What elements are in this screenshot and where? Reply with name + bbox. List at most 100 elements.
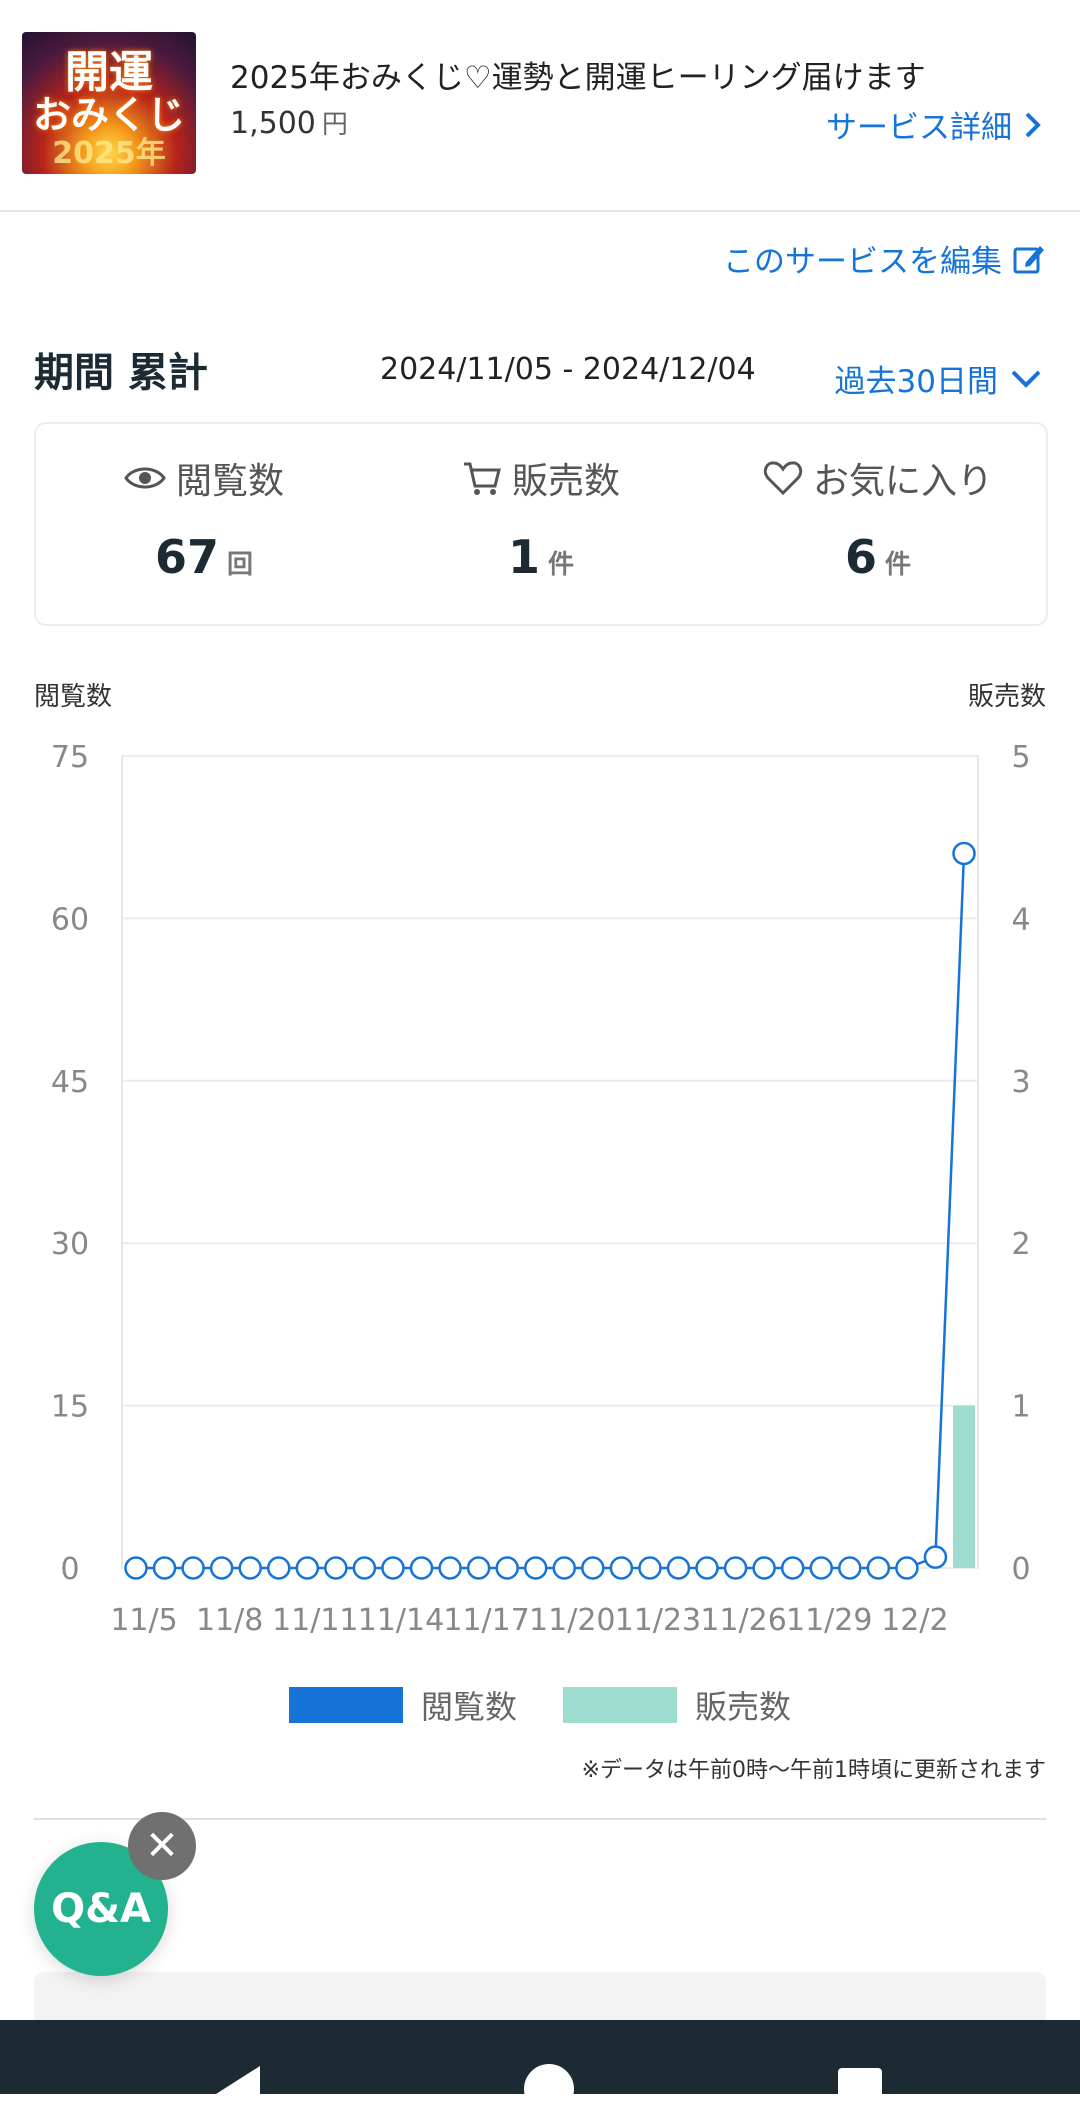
period-select[interactable]: 過去30日間	[835, 356, 1042, 401]
views-point	[895, 1556, 919, 1580]
x-tick-label: 11/14	[358, 1603, 444, 1638]
service-detail-link[interactable]: サービス詳細	[826, 102, 1042, 147]
views-point	[866, 1556, 891, 1580]
nav-back-icon[interactable]	[216, 2066, 260, 2122]
thumbnail-text-3: 2025年	[52, 136, 166, 171]
legend-sales-swatch	[563, 1687, 677, 1723]
x-tick-label: 11/26	[700, 1603, 786, 1638]
sales-bar	[953, 1405, 975, 1568]
left-tick-label: 15	[51, 1390, 89, 1425]
edit-service-link[interactable]: このサービスを編集	[723, 236, 1046, 281]
views-sales-chart: 0153045607501234511/5 11/8 11/11 11/14 11/17…	[51, 740, 1031, 1638]
nav-recent-apps-icon[interactable]	[838, 2068, 882, 2112]
stat-sales-label: 販売数	[511, 461, 620, 502]
eye-icon	[124, 467, 166, 489]
x-tick-label: 11/5	[110, 1603, 177, 1638]
views-point	[752, 1556, 776, 1580]
service-title: 2025年おみくじ♡運勢と開運ヒーリング届けます	[230, 60, 926, 96]
nav-home-icon[interactable]	[524, 2064, 574, 2114]
x-tick-label: 11/20	[529, 1603, 615, 1638]
views-point	[466, 1556, 491, 1580]
right-tick-label: 2	[1011, 1227, 1030, 1262]
views-line	[136, 853, 966, 1570]
views-point	[324, 1556, 348, 1580]
stat-sales-value: 1	[507, 530, 540, 584]
chart-legend: 閲覧数 販売数	[0, 1682, 1080, 1728]
period-range: 2024/11/05 - 2024/12/04	[380, 352, 756, 387]
chevron-down-icon	[1011, 370, 1041, 388]
right-tick-label: 3	[1011, 1065, 1030, 1100]
cart-icon	[463, 462, 501, 495]
service-thumbnail[interactable]: 開運 おみくじ 2025年	[22, 32, 196, 174]
stat-favorites-label: お気に入り	[812, 461, 993, 502]
views-point	[952, 841, 976, 866]
views-point	[695, 1556, 719, 1580]
stat-sales: 販売数 1件	[373, 424, 709, 584]
views-point	[523, 1556, 548, 1580]
views-point	[809, 1556, 833, 1580]
x-tick-label: 11/8	[196, 1603, 263, 1638]
views-point	[838, 1556, 862, 1580]
update-note: ※データは午前0時〜午前1時頃に更新されます	[581, 1758, 1046, 1783]
left-tick-label: 45	[51, 1065, 89, 1100]
divider	[34, 1818, 1046, 1820]
views-point	[438, 1556, 462, 1580]
stat-sales-label-row: 販売数	[373, 452, 709, 504]
views-point	[209, 1556, 234, 1580]
stat-favorites-value: 6	[844, 530, 877, 584]
views-point	[552, 1556, 577, 1580]
right-tick-label: 0	[1011, 1552, 1030, 1587]
x-tick-label: 11/11	[272, 1603, 358, 1638]
left-tick-label: 0	[60, 1552, 79, 1587]
stats-card: 閲覧数 67 回 販売数 1件 お気に入り 6件	[34, 422, 1048, 626]
stat-favorites-unit: 件	[885, 550, 912, 580]
price-value: 1,500	[230, 106, 316, 141]
x-tick-label: 11/17	[443, 1603, 529, 1638]
stat-views: 閲覧数 67 回	[36, 424, 372, 584]
right-tick-label: 1	[1011, 1390, 1030, 1425]
service-header: 開運 おみくじ 2025年 2025年おみくじ♡運勢と開運ヒーリング届けます 1…	[0, 0, 1080, 212]
views-point	[267, 1556, 291, 1580]
period-select-value: 過去30日間	[834, 364, 998, 400]
period-label: 期間 累計	[34, 350, 208, 396]
service-detail-label: サービス詳細	[826, 110, 1012, 146]
views-point	[409, 1556, 434, 1580]
qa-close-button[interactable]: ✕	[128, 1812, 196, 1880]
stat-views-value-row: 67 回	[36, 530, 372, 584]
views-point	[495, 1556, 519, 1580]
views-point	[581, 1556, 605, 1580]
views-point	[238, 1556, 262, 1580]
legend-views-label: 閲覧数	[420, 1688, 517, 1726]
right-tick-label: 5	[1011, 740, 1030, 775]
views-point	[638, 1556, 662, 1580]
stat-sales-unit: 件	[548, 550, 575, 580]
left-tick-label: 30	[51, 1227, 89, 1262]
left-tick-label: 60	[51, 902, 89, 937]
chevron-right-icon	[1025, 112, 1041, 137]
service-price: 1,500 円	[230, 104, 348, 141]
stat-sales-value-row: 1件	[373, 530, 709, 584]
right-tick-label: 4	[1011, 902, 1030, 937]
stat-favorites-value-row: 6件	[710, 530, 1046, 584]
x-tick-label: 12/2	[881, 1603, 948, 1638]
stat-views-label: 閲覧数	[175, 461, 284, 502]
heart-icon	[763, 461, 803, 496]
views-point	[723, 1556, 748, 1580]
views-point	[923, 1545, 948, 1569]
views-point	[181, 1556, 205, 1580]
views-point	[152, 1556, 177, 1580]
stat-views-label-row: 閲覧数	[36, 452, 372, 504]
edit-service-label: このサービスを編集	[723, 244, 1002, 280]
stat-views-value: 67	[154, 530, 219, 584]
views-point	[666, 1556, 691, 1580]
views-point	[381, 1556, 405, 1580]
edit-icon	[1013, 245, 1044, 273]
price-unit: 円	[321, 110, 348, 140]
legend-views-swatch	[288, 1687, 403, 1723]
views-point	[124, 1556, 148, 1580]
right-axis-title: 販売数	[967, 682, 1046, 712]
views-point	[295, 1556, 320, 1580]
left-tick-label: 75	[51, 740, 89, 775]
plot-border	[121, 755, 979, 1569]
stat-views-unit: 回	[227, 550, 254, 580]
